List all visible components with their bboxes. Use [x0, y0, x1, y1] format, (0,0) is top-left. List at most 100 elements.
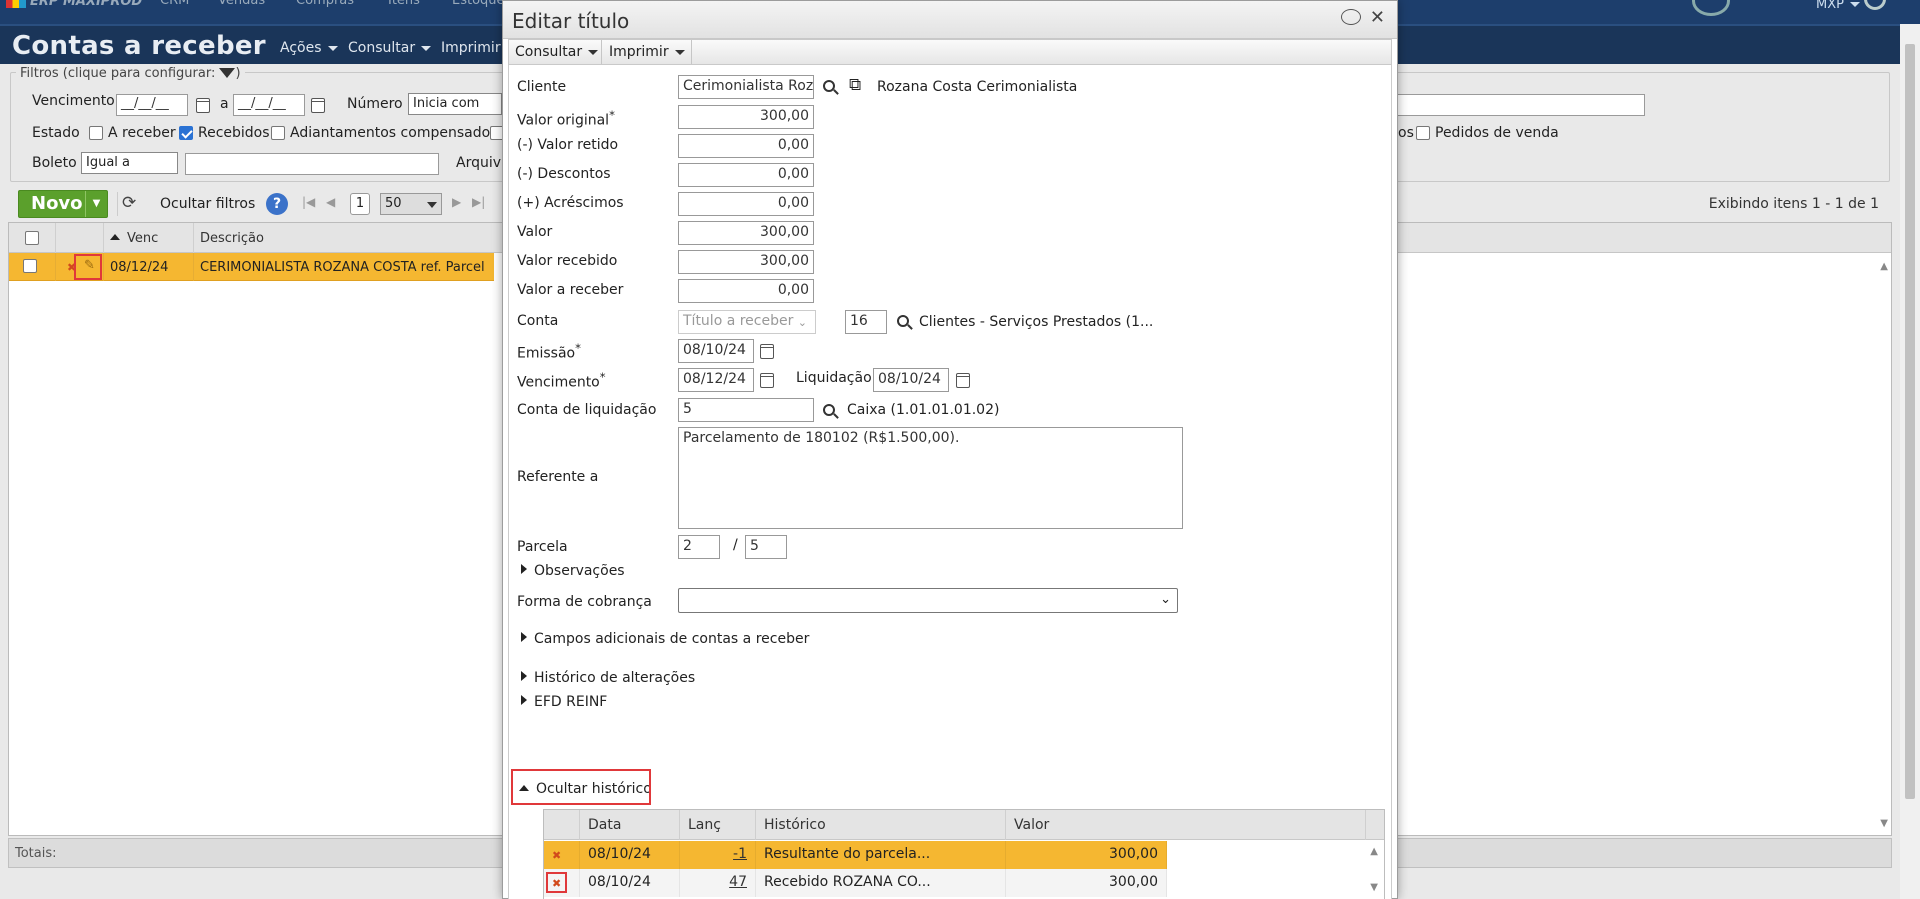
- comment-icon[interactable]: [1341, 9, 1361, 25]
- valor-retido-label: (-) Valor retido: [517, 137, 619, 153]
- help-icon[interactable]: ?: [266, 193, 288, 215]
- dialog-menu-consultar[interactable]: Consultar: [515, 44, 599, 60]
- column-header-venc[interactable]: Venc: [104, 223, 194, 253]
- vencimento-input[interactable]: 08/12/24: [678, 368, 754, 392]
- filter-estado-label: Estado: [32, 125, 80, 141]
- history-col-lanc[interactable]: Lanç: [680, 810, 756, 840]
- estado-adiantamentos-checkbox[interactable]: [271, 126, 285, 140]
- valor-recebido-input[interactable]: 300,00: [678, 250, 814, 274]
- grid-scroll-up-icon[interactable]: ▲: [1880, 261, 1888, 272]
- observacoes-toggle[interactable]: Observações: [521, 563, 625, 579]
- page-size-select[interactable]: 50: [380, 193, 442, 215]
- open-external-icon[interactable]: ⧉: [849, 75, 861, 95]
- menu-acoes[interactable]: Ações: [280, 40, 338, 56]
- prev-page-icon[interactable]: ◀: [326, 195, 335, 209]
- top-menu-estoque[interactable]: Estoque: [452, 0, 505, 8]
- dialog-menu-imprimir[interactable]: Imprimir: [609, 44, 685, 60]
- calendar-icon[interactable]: [311, 98, 325, 113]
- search-icon[interactable]: [823, 404, 835, 416]
- menu-consultar[interactable]: Consultar: [348, 40, 432, 56]
- history-row[interactable]: ✖ 08/10/24 47 Recebido ROZANA CO... 300,…: [544, 869, 1167, 897]
- estado-recebidos-checkbox[interactable]: [179, 126, 193, 140]
- history-col-historico[interactable]: Histórico: [756, 810, 1006, 840]
- liquidacao-input[interactable]: 08/10/24: [873, 368, 949, 392]
- filter-boleto-mode-select[interactable]: Igual a: [81, 152, 178, 174]
- page-scrollbar[interactable]: [1900, 24, 1920, 899]
- next-page-icon[interactable]: ▶: [452, 195, 461, 209]
- grid-scroll-down-icon[interactable]: ▼: [1880, 818, 1888, 829]
- parcela-label: Parcela: [517, 539, 568, 555]
- close-icon[interactable]: ✕: [1370, 7, 1385, 28]
- expand-icon: [521, 632, 527, 642]
- descontos-input[interactable]: 0,00: [678, 163, 814, 187]
- chat-bubble-icon[interactable]: [1692, 0, 1730, 16]
- top-menu-itens[interactable]: Itens: [388, 0, 420, 8]
- filter-vencimento-start[interactable]: __/__/__: [116, 94, 188, 116]
- history-col-data[interactable]: Data: [580, 810, 680, 840]
- search-icon[interactable]: [823, 80, 835, 92]
- referente-label: Referente a: [517, 469, 599, 485]
- first-page-icon[interactable]: |◀: [302, 195, 315, 209]
- row-checkbox[interactable]: [23, 259, 37, 273]
- historico-alteracoes-toggle[interactable]: Histórico de alterações: [521, 670, 695, 686]
- delete-icon[interactable]: ✖: [552, 849, 561, 862]
- filter-extra-input[interactable]: [1380, 94, 1645, 116]
- top-menu-crm[interactable]: CRM: [160, 0, 189, 8]
- valor-retido-input[interactable]: 0,00: [678, 134, 814, 158]
- top-menu-vendas[interactable]: Vendas: [218, 0, 265, 8]
- select-all-checkbox[interactable]: [25, 231, 39, 245]
- parcela-total-input[interactable]: 5: [745, 535, 787, 559]
- pedidos-venda-checkbox[interactable]: [1416, 126, 1430, 140]
- referente-textarea[interactable]: Parcelamento de 180102 (R$1.500,00).: [678, 427, 1183, 529]
- conta-tipo-select[interactable]: Título a receber ⌄: [678, 310, 816, 334]
- history-cell-lanc-link[interactable]: 47: [680, 869, 756, 897]
- search-icon[interactable]: [897, 315, 909, 327]
- filter-numero-mode-select[interactable]: Inicia com: [408, 93, 502, 115]
- conta-liquidacao-input[interactable]: 5: [678, 398, 814, 422]
- valor-input[interactable]: 300,00: [678, 221, 814, 245]
- history-col-valor[interactable]: Valor: [1006, 810, 1366, 840]
- conta-numero-input[interactable]: 16: [845, 310, 887, 334]
- estado-recebidos-label: Recebidos: [198, 125, 270, 141]
- scrollbar-thumb[interactable]: [1905, 44, 1915, 799]
- dialog-body: Cliente Cerimonialista Roza ⧉ Rozana Cos…: [508, 65, 1392, 899]
- last-page-icon[interactable]: ▶|: [472, 195, 485, 209]
- calendar-icon[interactable]: [760, 373, 774, 388]
- parcela-input[interactable]: 2: [678, 535, 720, 559]
- expand-icon: [521, 695, 527, 705]
- page-number-input[interactable]: 1: [350, 193, 370, 215]
- filter-boleto-input[interactable]: [185, 153, 439, 175]
- estado-a-receber-checkbox[interactable]: [89, 126, 103, 140]
- top-menu-compras[interactable]: Compras: [296, 0, 354, 8]
- valor-original-input[interactable]: 300,00: [678, 105, 814, 129]
- user-menu[interactable]: MXP: [1816, 0, 1860, 12]
- calendar-icon[interactable]: [196, 98, 210, 113]
- history-scroll-down-icon[interactable]: ▼: [1370, 882, 1378, 893]
- valor-a-receber-input[interactable]: 0,00: [678, 279, 814, 303]
- cliente-input[interactable]: Cerimonialista Roza: [678, 75, 814, 99]
- novo-dropdown-icon[interactable]: ▼: [85, 191, 107, 217]
- acrescimos-input[interactable]: 0,00: [678, 192, 814, 216]
- filter-funnel-icon[interactable]: [219, 68, 236, 78]
- history-cell-lanc-link[interactable]: -1: [680, 841, 756, 869]
- efd-reinf-toggle[interactable]: EFD REINF: [521, 694, 607, 710]
- filters-legend[interactable]: Filtros (clique para configurar: ): [16, 66, 245, 81]
- column-header-descricao[interactable]: Descrição: [194, 223, 504, 253]
- forma-cobranca-select[interactable]: ⌄: [678, 588, 1178, 613]
- novo-button[interactable]: Novo ▼: [18, 190, 108, 218]
- ocultar-filtros-button[interactable]: Ocultar filtros: [160, 196, 255, 212]
- editar-titulo-dialog: Editar título ✕ Consultar Imprimir Clien…: [502, 0, 1398, 899]
- history-scroll-up-icon[interactable]: ▲: [1370, 846, 1378, 857]
- filter-vencimento-end[interactable]: __/__/__: [233, 94, 305, 116]
- refresh-icon[interactable]: ⟳: [122, 193, 136, 213]
- power-icon[interactable]: [1864, 0, 1886, 10]
- calendar-icon[interactable]: [956, 373, 970, 388]
- history-cell-valor: 300,00: [1006, 841, 1167, 869]
- cliente-name: Rozana Costa Cerimonialista: [877, 79, 1078, 95]
- calendar-icon[interactable]: [760, 344, 774, 359]
- history-row[interactable]: ✖ 08/10/24 -1 Resultante do parcela... 3…: [544, 841, 1167, 869]
- history-cell-historico: Recebido ROZANA CO...: [756, 869, 1006, 897]
- campos-adicionais-toggle[interactable]: Campos adicionais de contas a receber: [521, 631, 809, 647]
- menu-imprimir[interactable]: Imprimir: [441, 40, 501, 56]
- emissao-input[interactable]: 08/10/24: [678, 339, 754, 363]
